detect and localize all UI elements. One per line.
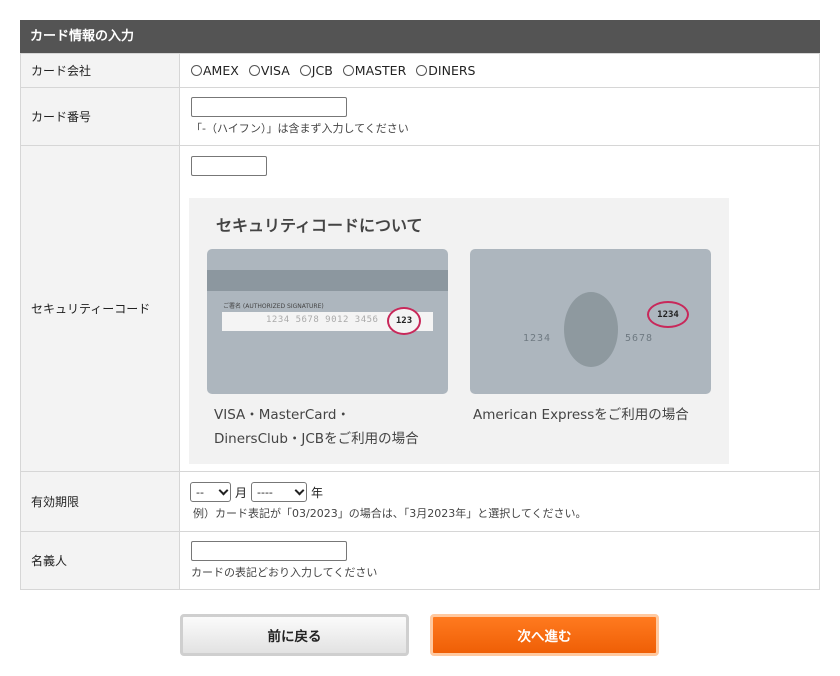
card-number-right: 5678: [625, 333, 654, 344]
security-info-title: セキュリティコードについて: [216, 216, 423, 235]
expiry-year-value: ----: [257, 485, 273, 499]
security-code-highlight: 123: [387, 307, 421, 335]
card-number-left: 1234: [523, 333, 552, 344]
back-button[interactable]: 前に戻る: [180, 614, 409, 656]
holder-name-input[interactable]: [191, 541, 347, 561]
security-code-input[interactable]: [191, 156, 267, 176]
expiry-year-unit: 年: [311, 485, 324, 500]
radio-amex-label: AMEX: [203, 63, 239, 78]
expiry-label: 有効期限: [20, 471, 180, 532]
expiry-selects: -- 月 ---- 年: [190, 482, 818, 502]
card-number-field: 「-（ハイフン）」は含まず入力してください: [179, 87, 820, 146]
radio-visa-label: VISA: [260, 63, 290, 78]
radio-amex[interactable]: AMEX: [191, 63, 239, 78]
card-number-label: カード番号: [20, 87, 180, 146]
holder-field: カードの表記どおり入力してください: [179, 531, 820, 590]
card-back-caption: VISA・MasterCard・ DinersClub・JCBをご利用の場合: [214, 403, 464, 451]
chevron-down-icon: [294, 485, 305, 496]
amex-front-illustration: 1234 5678 1234: [470, 249, 711, 394]
holder-label: 名義人: [20, 531, 180, 590]
security-code-label: セキュリティーコード: [20, 145, 180, 472]
radio-master[interactable]: MASTER: [342, 63, 407, 78]
radio-diners-label: DINERS: [428, 63, 476, 78]
card-company-label: カード会社: [20, 53, 180, 88]
signature-label: ご署名 (AUTHORIZED SIGNATURE): [223, 303, 324, 310]
security-code-field: セキュリティコードについて ご署名 (AUTHORIZED SIGNATURE)…: [179, 145, 820, 472]
security-code-info: セキュリティコードについて ご署名 (AUTHORIZED SIGNATURE)…: [189, 198, 729, 464]
card-company-field: AMEX VISA JCB MASTER DINERS: [179, 53, 820, 88]
next-button[interactable]: 次へ進む: [430, 614, 659, 656]
card-back-caption-line2: DinersClub・JCBをご利用の場合: [214, 431, 419, 447]
signature-number: 1234 5678 9012 3456: [266, 315, 379, 325]
expiry-month-select[interactable]: --: [190, 482, 231, 502]
card-number-input[interactable]: [191, 97, 347, 117]
card-info-panel: カード情報の入力 カード会社 AMEX VISA JCB MASTER DINE…: [20, 20, 820, 590]
expiry-hint: 例）カード表記が「03/2023」の場合は、「3月2023年」と選択してください…: [193, 507, 587, 520]
magnetic-strip: [207, 270, 448, 291]
holder-hint: カードの表記どおり入力してください: [191, 566, 378, 579]
expiry-field: -- 月 ---- 年 例）カード表記が「03/2023」の場合は、「3月202…: [179, 471, 820, 532]
card-company-radio-group: AMEX VISA JCB MASTER DINERS: [191, 55, 818, 86]
card-number-hint: 「-（ハイフン）」は含まず入力してください: [191, 122, 409, 135]
card-back-caption-line1: VISA・MasterCard・: [214, 407, 350, 423]
radio-diners[interactable]: DINERS: [416, 63, 475, 78]
radio-circle-icon[interactable]: [248, 65, 260, 76]
amex-code-highlight: 1234: [647, 301, 689, 328]
radio-visa[interactable]: VISA: [248, 63, 290, 78]
radio-circle-icon[interactable]: [342, 65, 354, 76]
expiry-year-select[interactable]: ----: [251, 482, 308, 502]
card-emblem: [564, 292, 618, 367]
card-back-illustration: ご署名 (AUTHORIZED SIGNATURE) 1234 5678 901…: [207, 249, 448, 394]
radio-jcb-label: JCB: [311, 63, 333, 78]
radio-circle-icon[interactable]: [416, 65, 428, 76]
radio-master-label: MASTER: [354, 63, 407, 78]
radio-jcb[interactable]: JCB: [299, 63, 333, 78]
radio-circle-icon[interactable]: [299, 65, 311, 76]
chevron-down-icon: [218, 485, 229, 496]
card-form-table: カード会社 AMEX VISA JCB MASTER DINERS カード番号 …: [20, 53, 820, 590]
radio-circle-icon[interactable]: [191, 65, 202, 76]
expiry-month-unit: 月: [235, 485, 248, 500]
expiry-month-value: --: [196, 485, 204, 499]
section-header: カード情報の入力: [20, 20, 820, 53]
amex-caption: American Expressをご利用の場合: [473, 407, 689, 423]
